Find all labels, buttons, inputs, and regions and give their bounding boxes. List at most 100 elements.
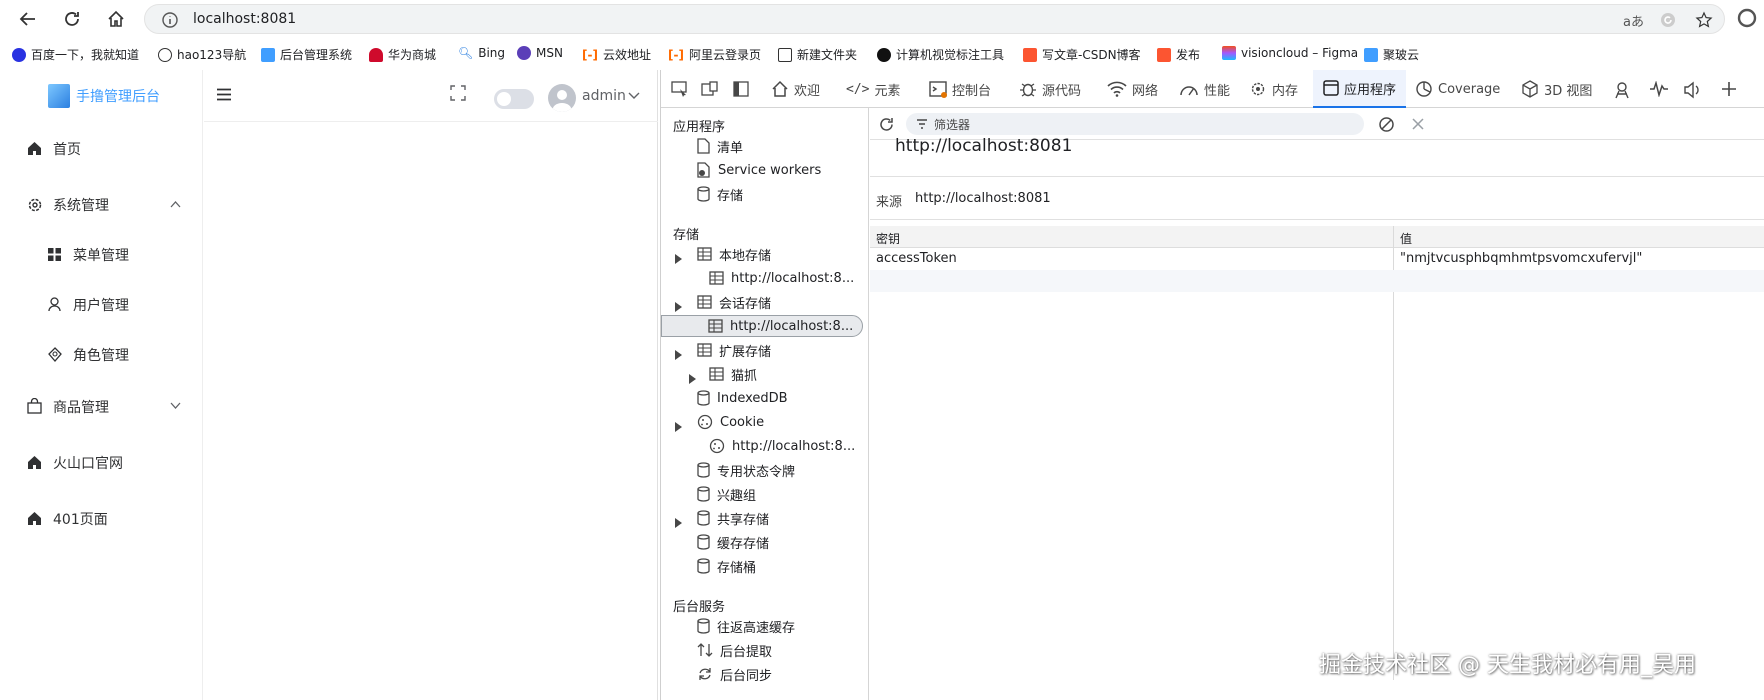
filter-input[interactable]: 筛选器 xyxy=(906,113,1364,135)
menu-item-volcano-site[interactable]: 火山口官网 xyxy=(0,442,203,482)
clear-all-icon[interactable] xyxy=(1378,116,1395,133)
bookmark-bing[interactable]: 🔍︎ Bing xyxy=(458,46,505,60)
menu-item-401[interactable]: 401页面 xyxy=(0,498,203,538)
bookmark-baidu[interactable]: 百度一下，我就知道 xyxy=(12,46,139,63)
tree-item-cookie[interactable]: Cookie xyxy=(697,411,764,433)
tab-application[interactable]: 应用程序 xyxy=(1313,70,1407,108)
tab-console[interactable]: 控制台 xyxy=(929,70,991,108)
tree-item-storage-buckets[interactable]: 存储桶 xyxy=(697,555,756,577)
tree-item-maozhua[interactable]: 猫抓 xyxy=(709,363,757,385)
device-emulation-icon[interactable] xyxy=(701,81,719,97)
tab-coverage[interactable]: Coverage xyxy=(1415,70,1500,108)
hamburger-menu-icon[interactable] xyxy=(216,88,232,101)
url-text[interactable]: localhost:8081 xyxy=(193,11,296,27)
column-divider[interactable] xyxy=(1393,226,1394,680)
tree-item-interest-groups[interactable]: 兴趣组 xyxy=(697,483,756,505)
table-grid-icon xyxy=(709,367,724,381)
console-icon xyxy=(929,81,947,98)
tree-item-bfcache[interactable]: 往返高速缓存 xyxy=(697,615,795,637)
menu-item-system[interactable]: 系统管理 xyxy=(0,184,203,224)
url-bar[interactable]: localhost:8081 aあ xyxy=(144,4,1725,34)
devtools-tab-bar: 欢迎 </> 元素 控制台 源代码 网络 性能 内存 应用程序 Coverage… xyxy=(661,70,1764,108)
tree-item-local-storage-origin[interactable]: http://localhost:8... xyxy=(709,267,854,289)
menu-item-role-mgmt[interactable]: 角色管理 xyxy=(0,334,203,374)
fullscreen-icon[interactable] xyxy=(450,85,466,101)
tab-welcome[interactable]: 欢迎 xyxy=(771,70,820,108)
tree-item-background-fetch[interactable]: 后台提取 xyxy=(697,639,772,661)
info-icon[interactable] xyxy=(161,11,179,29)
database-icon xyxy=(697,390,710,406)
bookmark-huawei[interactable]: 华为商城 xyxy=(369,46,436,63)
file-icon xyxy=(697,138,710,154)
username[interactable]: admin xyxy=(582,88,626,104)
bookmark-jubo[interactable]: 聚玻云 xyxy=(1364,46,1419,63)
column-header-value[interactable]: 值 xyxy=(1394,226,1764,248)
table-cell-value[interactable]: "nmjtvcusphbqmhmtpsvomcxufervjl" xyxy=(1394,248,1764,270)
inspect-element-icon[interactable] xyxy=(671,81,689,97)
extension-refresh-icon[interactable] xyxy=(1659,11,1677,29)
expand-caret-icon[interactable] xyxy=(675,518,682,528)
table-cell-key[interactable]: accessToken xyxy=(870,248,1393,270)
tree-item-indexeddb[interactable]: IndexedDB xyxy=(697,387,788,409)
bookmark-figma[interactable]: visioncloud – Figma xyxy=(1222,46,1358,60)
back-button[interactable] xyxy=(16,7,40,31)
add-tab-icon[interactable] xyxy=(1721,81,1737,97)
bookmark-publish[interactable]: 发布 xyxy=(1157,46,1200,63)
read-aloud-button[interactable]: aあ xyxy=(1623,11,1644,30)
menu-item-goods[interactable]: 商品管理 xyxy=(0,386,203,426)
bookmark-hao123[interactable]: hao123导航 xyxy=(158,46,246,63)
expand-caret-icon[interactable] xyxy=(689,374,696,384)
tab-3d-view[interactable]: 3D 视图 xyxy=(1521,70,1592,108)
menu-item-menu-mgmt[interactable]: 菜单管理 xyxy=(0,234,203,274)
tree-item-shared-storage[interactable]: 共享存储 xyxy=(697,507,769,529)
bookmark-csdn-write[interactable]: 写文章-CSDN博客 xyxy=(1023,46,1141,63)
tree-item-cookie-origin[interactable]: http://localhost:8... xyxy=(709,435,855,457)
tree-item-local-storage[interactable]: 本地存储 xyxy=(697,243,771,265)
tree-item-manifest[interactable]: 清单 xyxy=(697,135,743,157)
bookmark-aliyun-login[interactable]: [-] 阿里云登录页 xyxy=(668,46,761,63)
menu-label: 401页面 xyxy=(53,512,108,528)
pulse-icon[interactable] xyxy=(1649,81,1669,97)
expand-caret-icon[interactable] xyxy=(675,350,682,360)
tab-memory[interactable]: 内存 xyxy=(1249,70,1298,108)
favorite-star-icon[interactable] xyxy=(1695,11,1713,29)
bookmark-cv-tool[interactable]: 计算机视觉标注工具 xyxy=(877,46,1004,63)
speaker-icon[interactable] xyxy=(1683,81,1701,99)
app-logo[interactable]: 手撸管理后台 xyxy=(48,84,160,108)
bookmark-msn[interactable]: MSN xyxy=(517,46,563,60)
tree-item-background-sync[interactable]: 后台同步 xyxy=(697,663,772,685)
theme-toggle[interactable] xyxy=(494,89,534,109)
chevron-down-icon[interactable] xyxy=(628,92,640,100)
bookmark-admin-system[interactable]: 后台管理系统 xyxy=(261,46,352,63)
tab-elements[interactable]: </> 元素 xyxy=(846,70,901,108)
tab-sources[interactable]: 源代码 xyxy=(1019,70,1081,108)
bookmark-new-folder[interactable]: 新建文件夹 xyxy=(778,46,857,63)
address-bar: localhost:8081 aあ xyxy=(0,0,1764,38)
expand-caret-icon[interactable] xyxy=(675,254,682,264)
tree-item-cache-storage[interactable]: 缓存存储 xyxy=(697,531,769,553)
menu-item-home[interactable]: 首页 xyxy=(0,128,203,168)
menu-item-user-mgmt[interactable]: 用户管理 xyxy=(0,284,203,324)
expand-caret-icon[interactable] xyxy=(675,302,682,312)
application-window-icon xyxy=(1323,80,1339,96)
copilot-icon[interactable] xyxy=(1736,7,1758,29)
avatar[interactable] xyxy=(548,84,576,112)
tab-network[interactable]: 网络 xyxy=(1107,70,1158,108)
tree-item-session-storage-origin[interactable]: http://localhost:8... xyxy=(661,315,863,337)
tree-item-service-workers[interactable]: Service workers xyxy=(697,159,821,181)
tree-item-storage-overview[interactable]: 存储 xyxy=(697,183,743,205)
tree-item-extension-storage[interactable]: 扩展存储 xyxy=(697,339,771,361)
reload-button[interactable] xyxy=(60,7,84,31)
refresh-icon[interactable] xyxy=(878,116,895,133)
tree-item-private-state-tokens[interactable]: 专用状态令牌 xyxy=(697,459,795,481)
tree-item-session-storage[interactable]: 会话存储 xyxy=(697,291,771,313)
delete-selected-icon[interactable] xyxy=(1411,117,1425,131)
bookmark-yunxiao[interactable]: [-] 云效地址 xyxy=(582,46,651,63)
home-button[interactable] xyxy=(104,7,128,31)
column-header-key[interactable]: 密钥 xyxy=(870,226,1393,248)
tab-performance[interactable]: 性能 xyxy=(1179,70,1230,108)
origin-info-row: 来源 http://localhost:8081 xyxy=(870,176,1764,220)
expand-caret-icon[interactable] xyxy=(675,422,682,432)
dock-sidebar-icon[interactable] xyxy=(733,81,749,97)
network-conditions-icon[interactable] xyxy=(1613,81,1631,99)
